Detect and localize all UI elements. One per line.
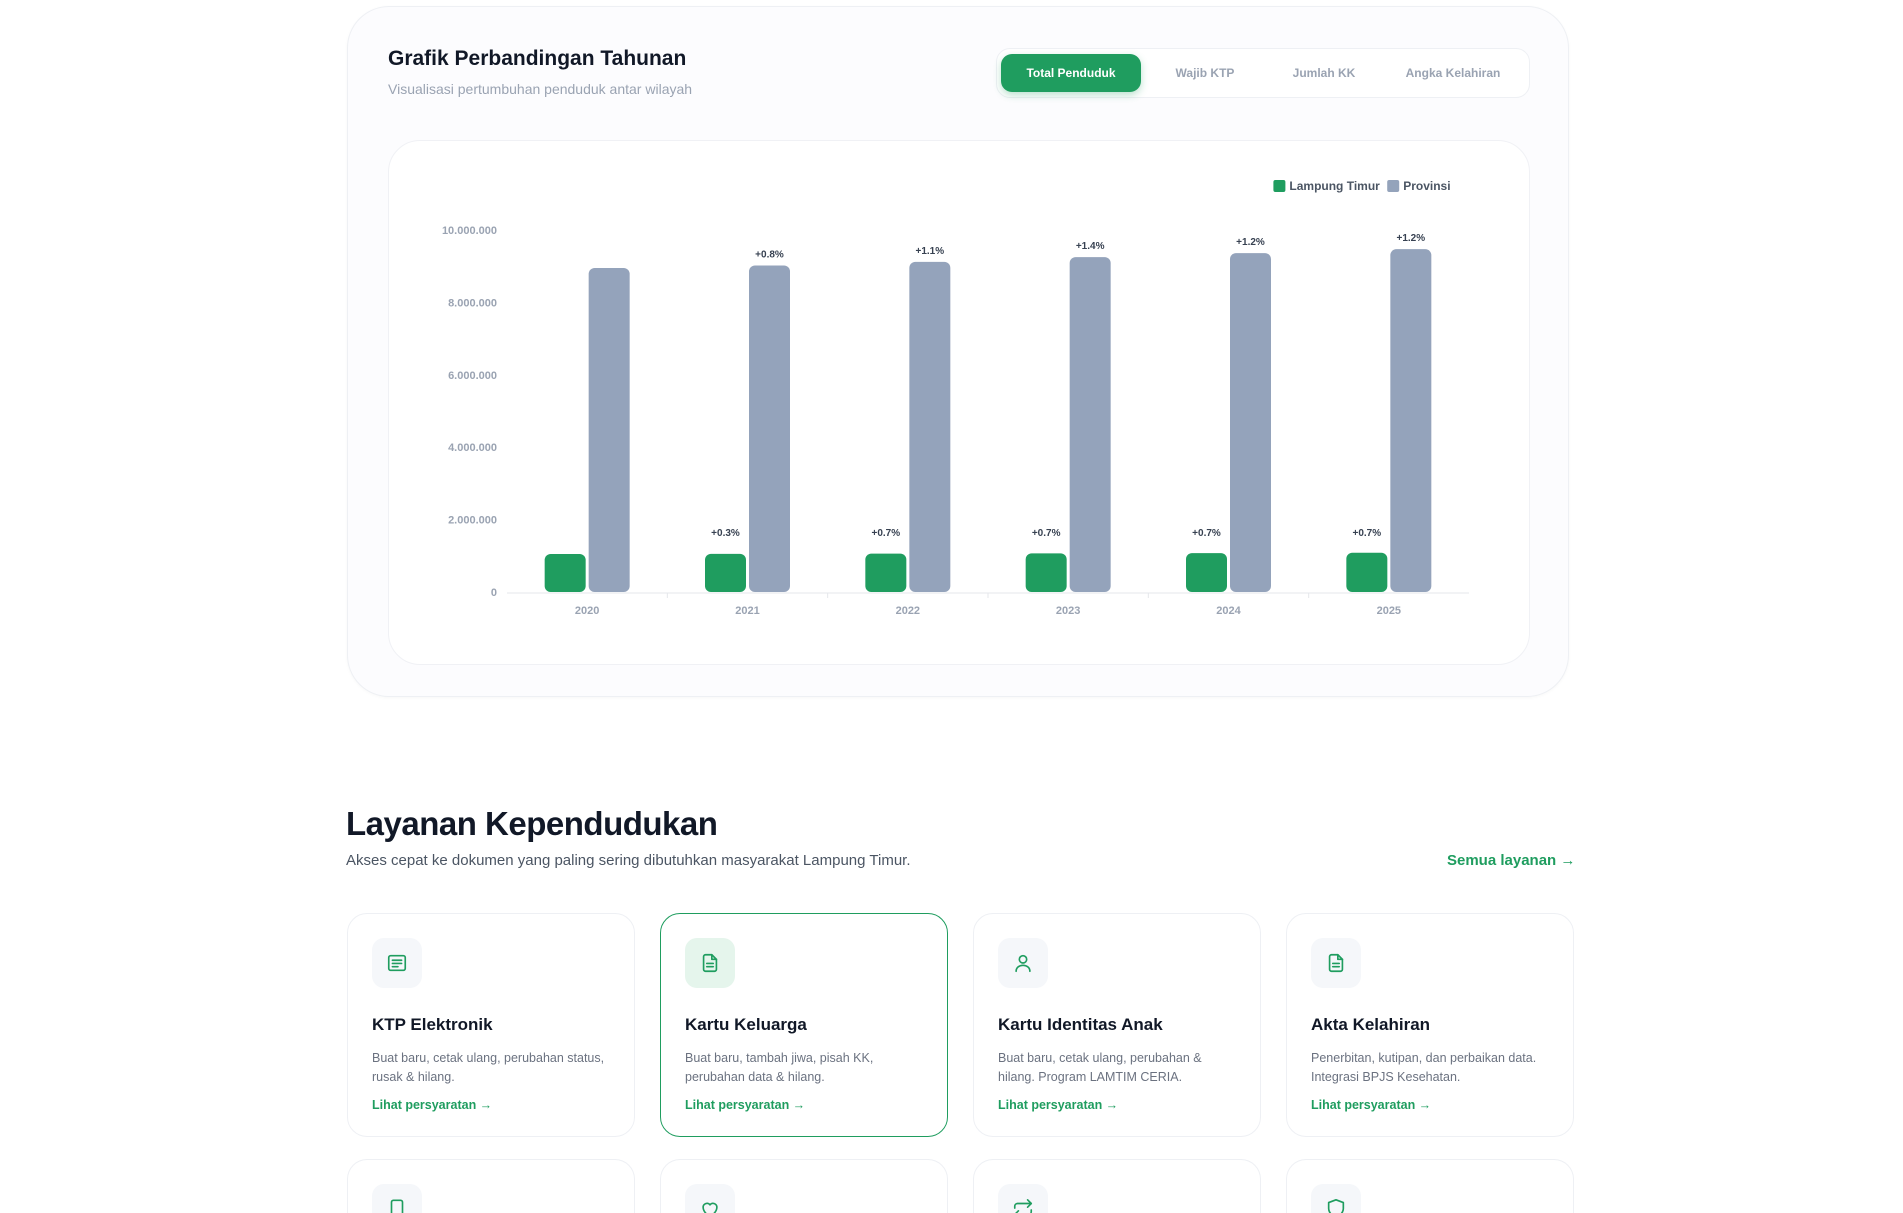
legend-label: Lampung Timur [1289, 179, 1380, 193]
tab-angka-kelahiran[interactable]: Angka Kelahiran [1383, 54, 1523, 92]
document-icon [1311, 938, 1361, 988]
tab-total-penduduk[interactable]: Total Penduduk [1001, 54, 1141, 92]
y-tick-label: 10.000.000 [442, 225, 497, 237]
bar-lampung-timur-2024 [1186, 553, 1227, 592]
user-icon [998, 938, 1048, 988]
x-tick-label: 2022 [896, 605, 920, 617]
page: Grafik Perbandingan Tahunan Visualisasi … [0, 0, 1903, 1213]
service-description: Buat baru, cetak ulang, perubahan & hila… [998, 1051, 1202, 1084]
bar-lampung-timur-2025 [1346, 552, 1388, 592]
repeat-icon [998, 1184, 1048, 1213]
legend-label: Provinsi [1403, 179, 1450, 193]
bar-provinsi-2022 [909, 261, 951, 592]
bar-lampung-timur-2021 [705, 553, 746, 592]
service-card-kia[interactable]: Kartu Identitas Anak Buat baru, cetak ul… [973, 913, 1261, 1137]
service-title: Akta Kelahiran [1311, 1015, 1431, 1034]
shield-icon [1311, 1184, 1361, 1213]
y-tick-label: 0 [491, 587, 497, 599]
chart-tabs: Total Penduduk Wajib KTP Jumlah KK Angka… [996, 48, 1530, 98]
data-label: +1.4% [1076, 241, 1105, 252]
service-card-ktp[interactable]: KTP Elektronik Buat baru, cetak ulang, p… [347, 913, 635, 1137]
x-tick-label: 2020 [575, 605, 599, 617]
bar-lampung-timur-2023 [1025, 553, 1067, 592]
chart-title: Grafik Perbandingan Tahunan [388, 47, 687, 70]
bar-provinsi-2020 [588, 268, 630, 592]
legend-swatch [1273, 180, 1286, 192]
chart-subtitle: Visualisasi pertumbuhan penduduk antar w… [388, 81, 693, 97]
service-card-akta-kelahiran[interactable]: Akta Kelahiran Penerbitan, kutipan, dan … [1286, 913, 1574, 1137]
service-card-partial[interactable] [660, 1159, 948, 1213]
data-label: +1.2% [1236, 237, 1265, 248]
x-tick-label: 2024 [1216, 605, 1241, 617]
service-requirements-link[interactable]: Lihat persyaratan → [685, 1098, 805, 1112]
y-tick-label: 8.000.000 [448, 297, 497, 309]
document-icon [685, 938, 735, 988]
data-label: +1.1% [916, 246, 945, 257]
x-tick-label: 2021 [735, 605, 759, 617]
service-description: Buat baru, cetak ulang, perubahan status… [372, 1051, 605, 1084]
data-label: +1.2% [1397, 233, 1426, 244]
smartphone-icon [372, 1184, 422, 1213]
bar-lampung-timur-2022 [865, 553, 907, 592]
service-card-kk[interactable]: Kartu Keluarga Buat baru, tambah jiwa, p… [660, 913, 948, 1137]
chart-card: Grafik Perbandingan Tahunan Visualisasi … [347, 6, 1569, 697]
bar-provinsi-2023 [1069, 257, 1111, 592]
y-tick-label: 6.000.000 [448, 370, 497, 382]
service-title: KTP Elektronik [372, 1015, 493, 1034]
id-card-icon [372, 938, 422, 988]
services-title: Layanan Kependudukan [346, 805, 718, 842]
bar-chart: 0 2.000.000 4.000.000 6.000.000 8.000.000 10.… [442, 179, 1469, 617]
service-description: Penerbitan, kutipan, dan perbaikan data.… [1311, 1051, 1537, 1084]
tab-jumlah-kk[interactable]: Jumlah KK [1269, 54, 1379, 92]
bar-provinsi-2025 [1390, 249, 1432, 592]
service-requirements-link[interactable]: Lihat persyaratan → [1311, 1098, 1431, 1112]
heart-icon [685, 1184, 735, 1213]
bar-provinsi-2021 [749, 265, 790, 592]
services-description: Akses cepat ke dokumen yang paling serin… [346, 852, 911, 869]
data-label: +0.7% [1192, 528, 1221, 539]
bar-provinsi-2024 [1230, 253, 1271, 592]
service-requirements-link[interactable]: Lihat persyaratan → [372, 1098, 492, 1112]
service-title: Kartu Keluarga [685, 1015, 807, 1034]
data-label: +0.8% [755, 249, 784, 260]
y-tick-label: 2.000.000 [448, 515, 497, 527]
all-services-link[interactable]: Semua layanan → [1447, 852, 1575, 869]
service-requirements-link[interactable]: Lihat persyaratan → [998, 1098, 1118, 1112]
service-title: Kartu Identitas Anak [998, 1015, 1163, 1034]
service-description: Buat baru, tambah jiwa, pisah KK, peruba… [685, 1051, 874, 1084]
legend-swatch [1387, 180, 1400, 192]
y-tick-label: 4.000.000 [448, 442, 497, 454]
service-card-partial[interactable] [973, 1159, 1261, 1213]
data-label: +0.7% [1353, 528, 1382, 539]
data-label: +0.7% [872, 528, 901, 539]
data-label: +0.7% [1032, 528, 1061, 539]
bar-lampung-timur-2020 [544, 553, 586, 592]
tab-wajib-ktp[interactable]: Wajib KTP [1145, 54, 1265, 92]
service-card-partial[interactable] [347, 1159, 635, 1213]
plot-area: 0 2.000.000 4.000.000 6.000.000 8.000.000 10.… [388, 140, 1530, 665]
x-tick-label: 2025 [1377, 605, 1401, 617]
data-label: +0.3% [711, 528, 740, 539]
x-tick-label: 2023 [1056, 605, 1080, 617]
service-card-partial[interactable] [1286, 1159, 1574, 1213]
